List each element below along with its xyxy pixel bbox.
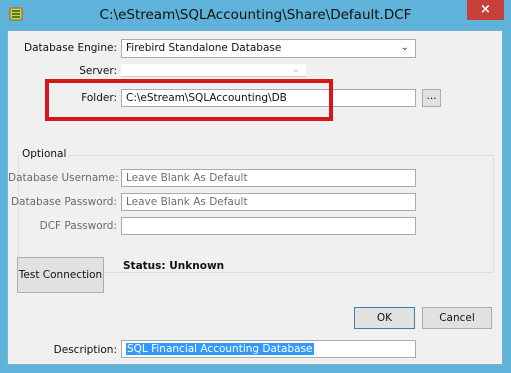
cancel-label: Cancel [439, 312, 475, 324]
optional-group-title: Optional [20, 148, 69, 160]
ok-label: OK [376, 312, 393, 324]
close-button[interactable]: × [467, 0, 504, 20]
db-password-placeholder: Leave Blank As Default [126, 196, 248, 208]
test-connection-button[interactable]: Test Connection [17, 257, 104, 293]
highlight-annotation-box [45, 79, 333, 121]
server-label: Server: [79, 65, 117, 77]
dcf-dialog-window: C:\eStream\SQLAccounting\Share\Default.D… [0, 0, 511, 373]
cancel-button[interactable]: Cancel [422, 307, 492, 329]
description-value: SQL Financial Accounting Database [126, 343, 314, 355]
chevron-down-icon: ⌄ [291, 64, 300, 75]
server-select[interactable]: ⌄ [121, 64, 306, 77]
dialog-body: Database Engine: Firebird Standalone Dat… [7, 30, 503, 365]
chevron-down-icon: ⌄ [400, 42, 409, 53]
description-input[interactable]: SQL Financial Accounting Database [121, 340, 416, 358]
engine-select[interactable]: Firebird Standalone Database ⌄ [121, 39, 416, 58]
ok-button[interactable]: OK [354, 307, 415, 329]
test-connection-label: Test Connection [18, 269, 103, 281]
engine-label: Database Engine: [24, 42, 117, 54]
db-password-label: Database Password: [10, 196, 117, 208]
db-username-label: Database Username: [8, 172, 119, 184]
dcf-password-input[interactable] [121, 217, 416, 235]
db-username-input[interactable]: Leave Blank As Default [121, 169, 416, 187]
browse-label: ... [426, 90, 437, 102]
db-password-input[interactable]: Leave Blank As Default [121, 193, 416, 211]
close-icon: × [480, 2, 491, 17]
status-text: Status: Unknown [123, 260, 225, 272]
title-bar[interactable]: C:\eStream\SQLAccounting\Share\Default.D… [0, 0, 511, 30]
db-username-placeholder: Leave Blank As Default [126, 172, 248, 184]
browse-folder-button[interactable]: ... [422, 89, 441, 107]
description-label: Description: [53, 344, 117, 356]
engine-value: Firebird Standalone Database [126, 42, 282, 54]
dcf-password-label: DCF Password: [39, 220, 117, 232]
window-title: C:\eStream\SQLAccounting\Share\Default.D… [99, 7, 412, 23]
